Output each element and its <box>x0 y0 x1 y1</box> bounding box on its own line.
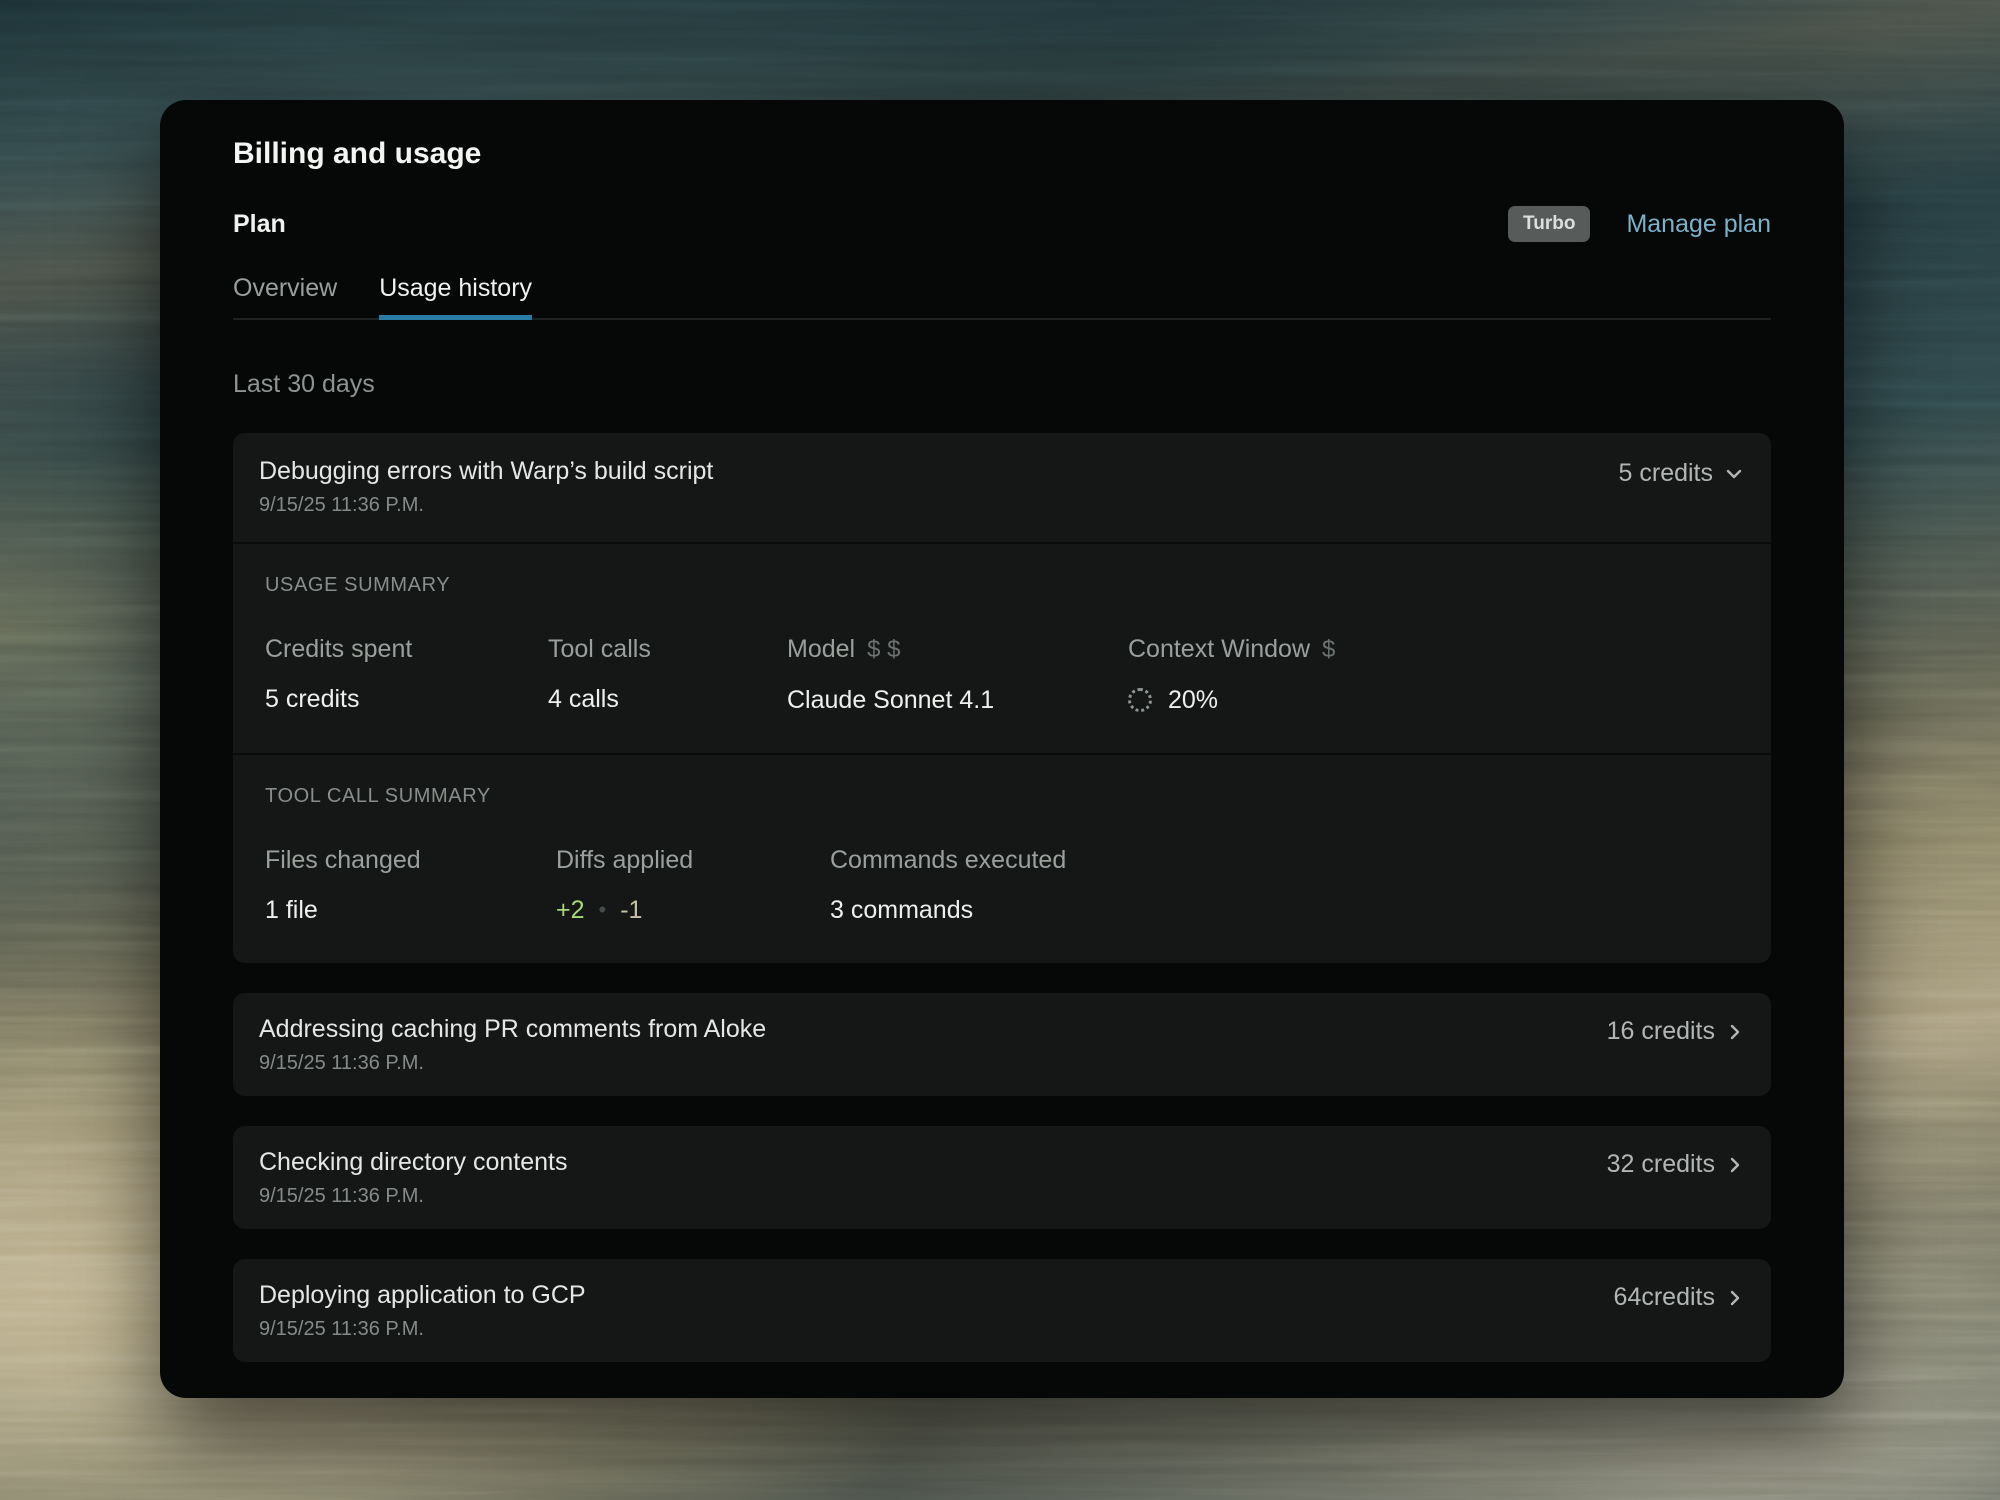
diffs-applied-value-row: +2 • -1 <box>556 895 830 925</box>
progress-ring-icon <box>1128 688 1152 712</box>
usage-item-title: Addressing caching PR comments from Alok… <box>259 1013 766 1045</box>
usage-item-timestamp: 9/15/25 11:36 P.M. <box>259 492 713 518</box>
usage-item-text: Addressing caching PR comments from Alok… <box>259 1013 766 1076</box>
usage-item-timestamp: 9/15/25 11:36 P.M. <box>259 1316 586 1342</box>
commands-executed-value: 3 commands <box>830 895 1739 925</box>
usage-history-list: Debugging errors with Warp’s build scrip… <box>233 433 1771 1362</box>
usage-item-credits: 16 credits <box>1607 1017 1745 1046</box>
model-label-row: Model $ $ <box>787 634 1128 665</box>
usage-summary-columns: Credits spent 5 credits Tool calls 4 cal… <box>265 634 1739 715</box>
credits-spent-column: Credits spent 5 credits <box>265 634 548 715</box>
usage-item-credits: 5 credits <box>1619 459 1745 488</box>
usage-item-card: Debugging errors with Warp’s build scrip… <box>233 433 1771 963</box>
model-column: Model $ $ Claude Sonnet 4.1 <box>787 634 1128 715</box>
tool-call-summary-columns: Files changed 1 file Diffs applied +2 • … <box>265 845 1739 925</box>
usage-summary-heading: USAGE SUMMARY <box>265 572 1739 598</box>
plan-heading: Plan <box>233 210 286 239</box>
files-changed-value: 1 file <box>265 895 556 925</box>
commands-executed-label: Commands executed <box>830 845 1739 875</box>
model-value: Claude Sonnet 4.1 <box>787 685 1128 715</box>
usage-item-title: Deploying application to GCP <box>259 1279 586 1311</box>
chevron-right-icon[interactable] <box>1725 1288 1745 1308</box>
period-label: Last 30 days <box>233 370 1771 399</box>
commands-executed-column: Commands executed 3 commands <box>830 845 1739 925</box>
usage-item-credits: 64credits <box>1614 1283 1745 1312</box>
tool-calls-value: 4 calls <box>548 684 787 714</box>
files-changed-label: Files changed <box>265 845 556 875</box>
billing-modal: Billing and usage Plan Turbo Manage plan… <box>160 100 1844 1398</box>
usage-item-text: Checking directory contents 9/15/25 11:3… <box>259 1146 567 1209</box>
context-window-value: 20% <box>1168 685 1218 715</box>
manage-plan-link[interactable]: Manage plan <box>1626 210 1771 239</box>
usage-item-text: Deploying application to GCP 9/15/25 11:… <box>259 1279 586 1342</box>
diffs-applied-label: Diffs applied <box>556 845 830 875</box>
credits-label: 16 credits <box>1607 1017 1715 1046</box>
tab-overview[interactable]: Overview <box>233 274 337 320</box>
chevron-down-icon[interactable] <box>1723 463 1745 485</box>
diff-added-count: +2 <box>556 895 585 925</box>
diff-removed-count: -1 <box>620 895 642 925</box>
credits-label: 32 credits <box>1607 1150 1715 1179</box>
usage-item-card: Checking directory contents 9/15/25 11:3… <box>233 1126 1771 1229</box>
usage-item-title: Debugging errors with Warp’s build scrip… <box>259 455 713 487</box>
tab-usage-history[interactable]: Usage history <box>379 274 532 320</box>
usage-item-header[interactable]: Checking directory contents 9/15/25 11:3… <box>233 1126 1771 1229</box>
usage-item-credits: 32 credits <box>1607 1150 1745 1179</box>
usage-item-header[interactable]: Debugging errors with Warp’s build scrip… <box>233 433 1771 542</box>
model-cost-indicator: $ $ <box>867 635 900 665</box>
desktop: { "page": { "title": "Billing and usage"… <box>0 0 2000 1500</box>
chevron-right-icon[interactable] <box>1725 1022 1745 1042</box>
usage-summary-section: USAGE SUMMARY Credits spent 5 credits To… <box>233 544 1771 753</box>
context-window-value-row: 20% <box>1128 685 1739 715</box>
usage-item-timestamp: 9/15/25 11:36 P.M. <box>259 1050 766 1076</box>
usage-item-header[interactable]: Addressing caching PR comments from Alok… <box>233 993 1771 1096</box>
usage-item-text: Debugging errors with Warp’s build scrip… <box>259 455 713 518</box>
plan-row: Plan Turbo Manage plan <box>233 206 1771 242</box>
tool-calls-column: Tool calls 4 calls <box>548 634 787 715</box>
credits-spent-label: Credits spent <box>265 634 548 664</box>
diffs-applied-column: Diffs applied +2 • -1 <box>556 845 830 925</box>
context-window-cost-indicator: $ <box>1322 635 1335 665</box>
context-window-label: Context Window <box>1128 634 1310 664</box>
files-changed-column: Files changed 1 file <box>265 845 556 925</box>
usage-item-card: Deploying application to GCP 9/15/25 11:… <box>233 1259 1771 1362</box>
tab-bar: Overview Usage history <box>233 274 1771 320</box>
tool-calls-label: Tool calls <box>548 634 787 664</box>
credits-label: 5 credits <box>1619 459 1713 488</box>
plan-actions: Turbo Manage plan <box>1508 206 1771 242</box>
chevron-right-icon[interactable] <box>1725 1155 1745 1175</box>
context-window-column: Context Window $ 20% <box>1128 634 1739 715</box>
usage-item-header[interactable]: Deploying application to GCP 9/15/25 11:… <box>233 1259 1771 1362</box>
context-window-label-row: Context Window $ <box>1128 634 1739 665</box>
plan-tier-badge: Turbo <box>1508 206 1590 242</box>
credits-label: 64credits <box>1614 1283 1715 1312</box>
credits-spent-value: 5 credits <box>265 684 548 714</box>
usage-item-card: Addressing caching PR comments from Alok… <box>233 993 1771 1096</box>
page-title: Billing and usage <box>233 136 1771 172</box>
usage-item-timestamp: 9/15/25 11:36 P.M. <box>259 1183 567 1209</box>
model-label: Model <box>787 634 855 664</box>
tool-call-summary-section: TOOL CALL SUMMARY Files changed 1 file D… <box>233 755 1771 963</box>
usage-item-title: Checking directory contents <box>259 1146 567 1178</box>
dot-separator: • <box>599 895 607 925</box>
tool-call-summary-heading: TOOL CALL SUMMARY <box>265 783 1739 809</box>
